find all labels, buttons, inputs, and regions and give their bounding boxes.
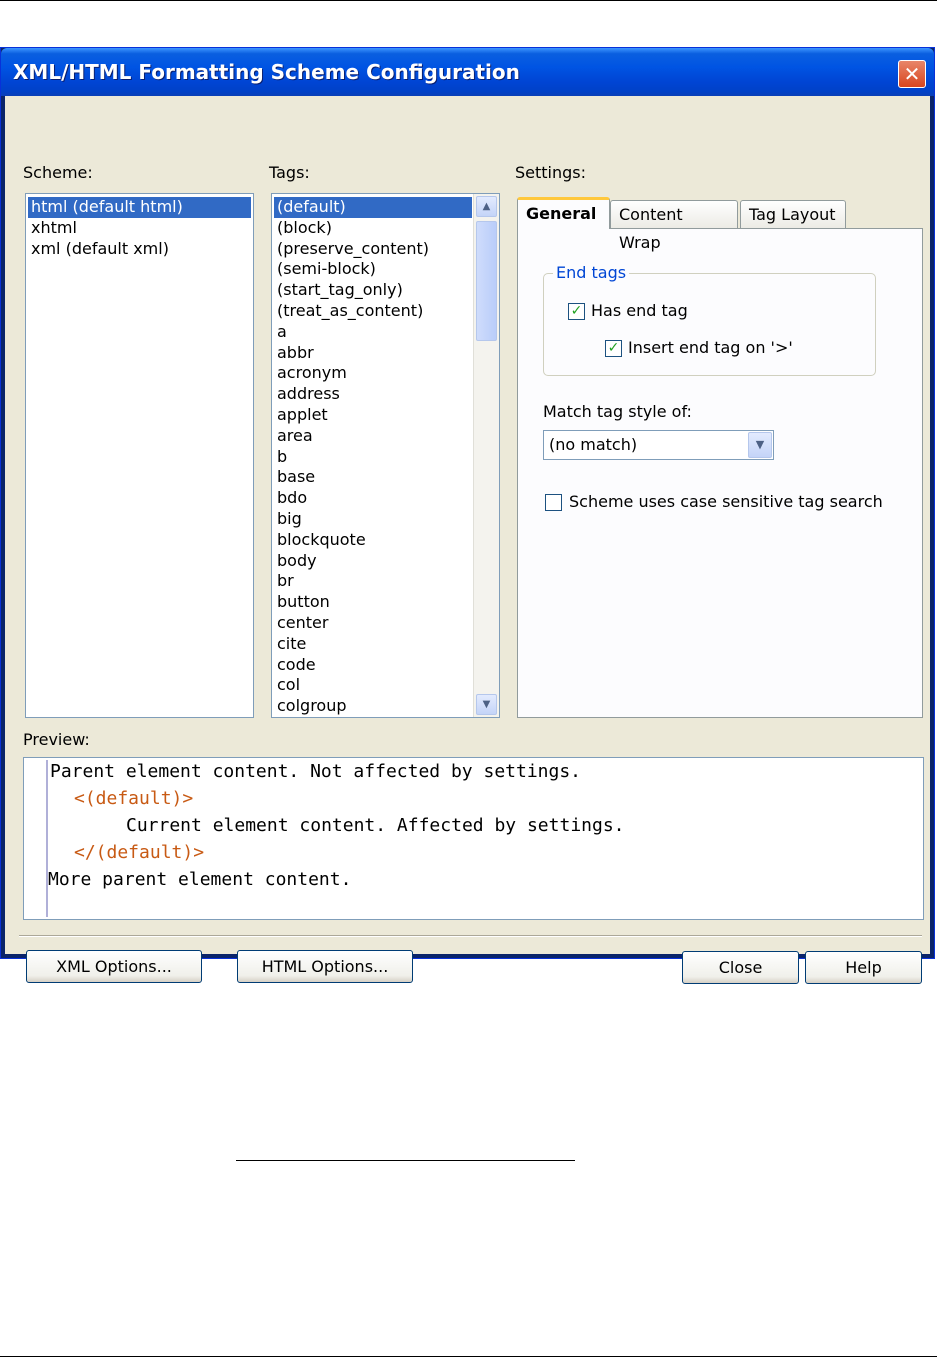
match-tag-style-label: Match tag style of: [543, 402, 692, 421]
scroll-up-icon[interactable]: ▲ [476, 196, 497, 217]
tags-list-item[interactable]: br [272, 571, 474, 592]
tags-list-item[interactable]: big [272, 509, 474, 530]
checkmark-icon: ✓ [607, 340, 620, 356]
window-title: XML/HTML Formatting Scheme Configuration [13, 60, 520, 84]
dialog-client-area: Scheme: html (default html) xhtml xml (def… [5, 96, 930, 984]
case-sensitive-label[interactable]: Scheme uses case sensitive tag search [569, 492, 883, 511]
tab-content-wrap[interactable]: Content Wrap [610, 200, 738, 252]
preview-gutter [46, 760, 48, 917]
scheme-list-item[interactable]: xml (default xml) [26, 239, 253, 260]
tags-list-item[interactable]: base [272, 467, 474, 488]
tags-list-item[interactable]: center [272, 613, 474, 634]
scheme-list-item[interactable]: html (default html) [28, 197, 251, 218]
button-separator [19, 935, 922, 937]
xml-options-button[interactable]: XML Options... [26, 950, 202, 983]
tags-list-item[interactable]: (default) [274, 197, 472, 218]
tags-scrollbar[interactable]: ▲ ▼ [473, 194, 499, 717]
scheme-listbox[interactable]: html (default html) xhtml xml (default xml… [25, 193, 254, 718]
tags-list-item[interactable]: area [272, 426, 474, 447]
match-tag-style-value: (no match) [549, 435, 638, 454]
settings-label: Settings: [515, 163, 587, 182]
tags-list-item[interactable]: (start_tag_only) [272, 280, 474, 301]
title-bar[interactable]: XML/HTML Formatting Scheme Configuration… [1, 48, 934, 96]
has-end-tag-label[interactable]: Has end tag [591, 301, 688, 320]
tags-list-item[interactable]: (preserve_content) [272, 239, 474, 260]
help-button[interactable]: Help [805, 951, 922, 984]
footnote-rule [236, 1160, 575, 1161]
tags-list-item[interactable]: bdo [272, 488, 474, 509]
tags-list-item[interactable]: (semi-block) [272, 259, 474, 280]
insert-end-tag-label[interactable]: Insert end tag on '>' [628, 338, 793, 357]
end-tags-group [543, 273, 876, 376]
preview-line-current: Current element content. Affected by set… [126, 815, 625, 836]
html-options-button[interactable]: HTML Options... [237, 950, 413, 983]
tags-list-item[interactable]: button [272, 592, 474, 613]
checkmark-icon: ✓ [570, 303, 583, 319]
tags-list-item[interactable]: blockquote [272, 530, 474, 551]
has-end-tag-checkbox[interactable]: ✓ [568, 303, 585, 320]
preview-line-close-tag: </(default)> [74, 842, 205, 863]
case-sensitive-checkbox[interactable] [545, 494, 562, 511]
tags-list-item[interactable]: cite [272, 634, 474, 655]
tags-list-item[interactable]: code [272, 655, 474, 676]
preview-label: Preview: [23, 730, 90, 749]
tags-label: Tags: [269, 163, 310, 182]
close-window-icon[interactable]: ✕ [898, 60, 926, 88]
tags-list-item[interactable]: body [272, 551, 474, 572]
page-top-rule [0, 0, 937, 1]
scroll-down-icon[interactable]: ▼ [476, 694, 497, 715]
tags-list-item[interactable]: b [272, 447, 474, 468]
dialog-window: XML/HTML Formatting Scheme Configuration… [0, 47, 935, 984]
tags-list-item[interactable]: acronym [272, 363, 474, 384]
close-button[interactable]: Close [682, 951, 799, 984]
tags-list-item[interactable]: a [272, 322, 474, 343]
scheme-label: Scheme: [23, 163, 93, 182]
match-tag-style-dropdown[interactable]: (no match) ▼ [543, 430, 774, 460]
preview-line-more-parent: More parent element content. [48, 869, 352, 890]
tags-listbox[interactable]: (default) (block) (preserve_content) (semi-… [271, 193, 500, 718]
tab-general[interactable]: General [517, 197, 610, 229]
tags-list-item[interactable]: colgroup [272, 696, 474, 717]
tab-tag-layout[interactable]: Tag Layout [740, 200, 846, 228]
tags-list-item[interactable]: applet [272, 405, 474, 426]
tags-list-item[interactable]: (block) [272, 218, 474, 239]
tags-list-item[interactable]: address [272, 384, 474, 405]
tags-list-item[interactable]: (treat_as_content) [272, 301, 474, 322]
insert-end-tag-checkbox[interactable]: ✓ [605, 340, 622, 357]
tags-list-item[interactable]: col [272, 675, 474, 696]
chevron-down-icon[interactable]: ▼ [748, 432, 772, 458]
preview-line-parent: Parent element content. Not affected by … [50, 761, 582, 782]
tags-list-item[interactable]: abbr [272, 343, 474, 364]
end-tags-title: End tags [553, 263, 630, 282]
preview-pane: Parent element content. Not affected by … [23, 757, 924, 920]
scroll-thumb[interactable] [476, 221, 497, 341]
scheme-list-item[interactable]: xhtml [26, 218, 253, 239]
preview-line-open-tag: <(default)> [74, 788, 194, 809]
